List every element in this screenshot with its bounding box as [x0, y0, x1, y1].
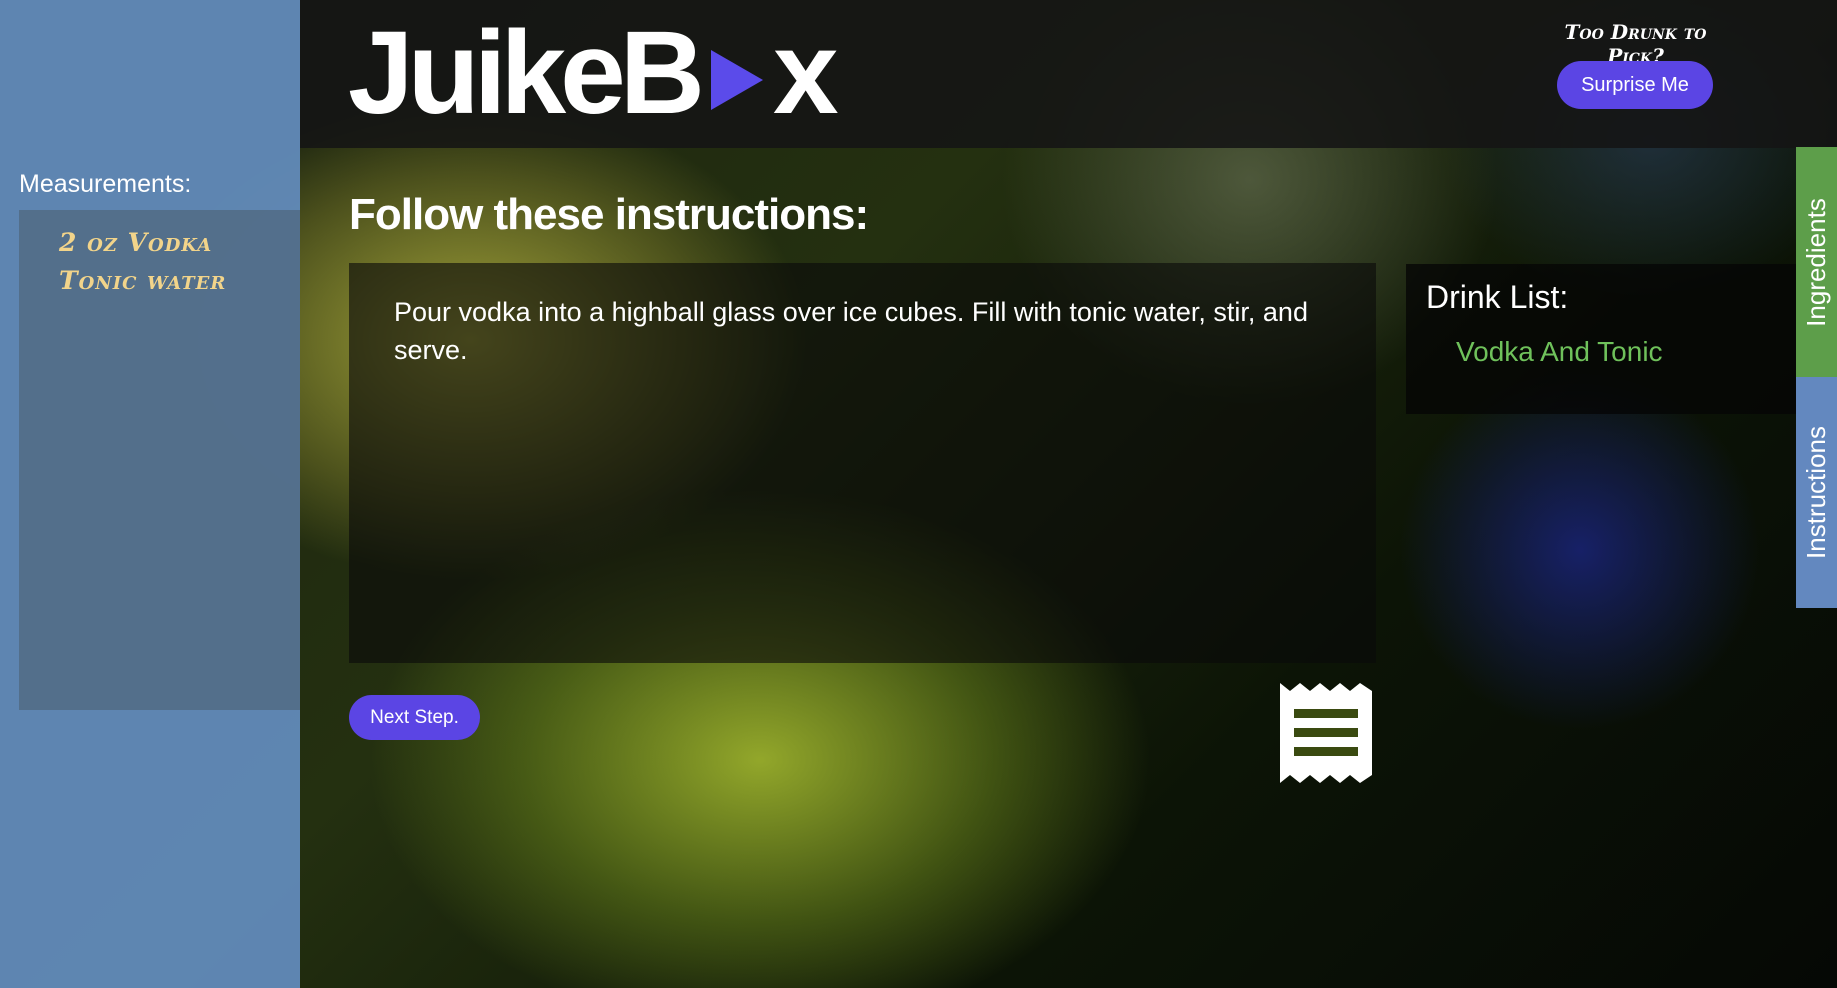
- instructions-text: Pour vodka into a highball glass over ic…: [394, 297, 1308, 365]
- instructions-box: Pour vodka into a highball glass over ic…: [349, 263, 1376, 663]
- surprise-me-button[interactable]: Surprise Me: [1557, 61, 1713, 109]
- logo-text-right: x: [772, 7, 839, 139]
- page-title: Follow these instructions:: [349, 190, 869, 239]
- play-icon: [710, 50, 763, 110]
- measurements-list: 2 oz Vodka Tonic water: [19, 210, 300, 710]
- logo[interactable]: JuikeB x: [348, 7, 839, 139]
- tab-instructions[interactable]: Instructions: [1796, 377, 1837, 608]
- next-step-button[interactable]: Next Step.: [349, 695, 480, 740]
- receipt-icon[interactable]: [1280, 683, 1372, 783]
- logo-text-left: JuikeB: [348, 7, 705, 139]
- drink-list-item[interactable]: Vodka And Tonic: [1456, 336, 1663, 368]
- measurements-panel: Measurements: 2 oz Vodka Tonic water: [0, 0, 300, 988]
- tab-ingredients[interactable]: Ingredients: [1796, 147, 1837, 377]
- measurements-label: Measurements:: [19, 170, 192, 198]
- tab-instructions-label: Instructions: [1801, 426, 1832, 559]
- measurement-item: 2 oz Vodka: [59, 228, 213, 257]
- measurement-item: Tonic water: [59, 266, 227, 295]
- tab-ingredients-label: Ingredients: [1801, 197, 1831, 327]
- drink-list: Drink List: Vodka And Tonic: [1406, 264, 1796, 414]
- drink-list-title: Drink List:: [1426, 279, 1569, 315]
